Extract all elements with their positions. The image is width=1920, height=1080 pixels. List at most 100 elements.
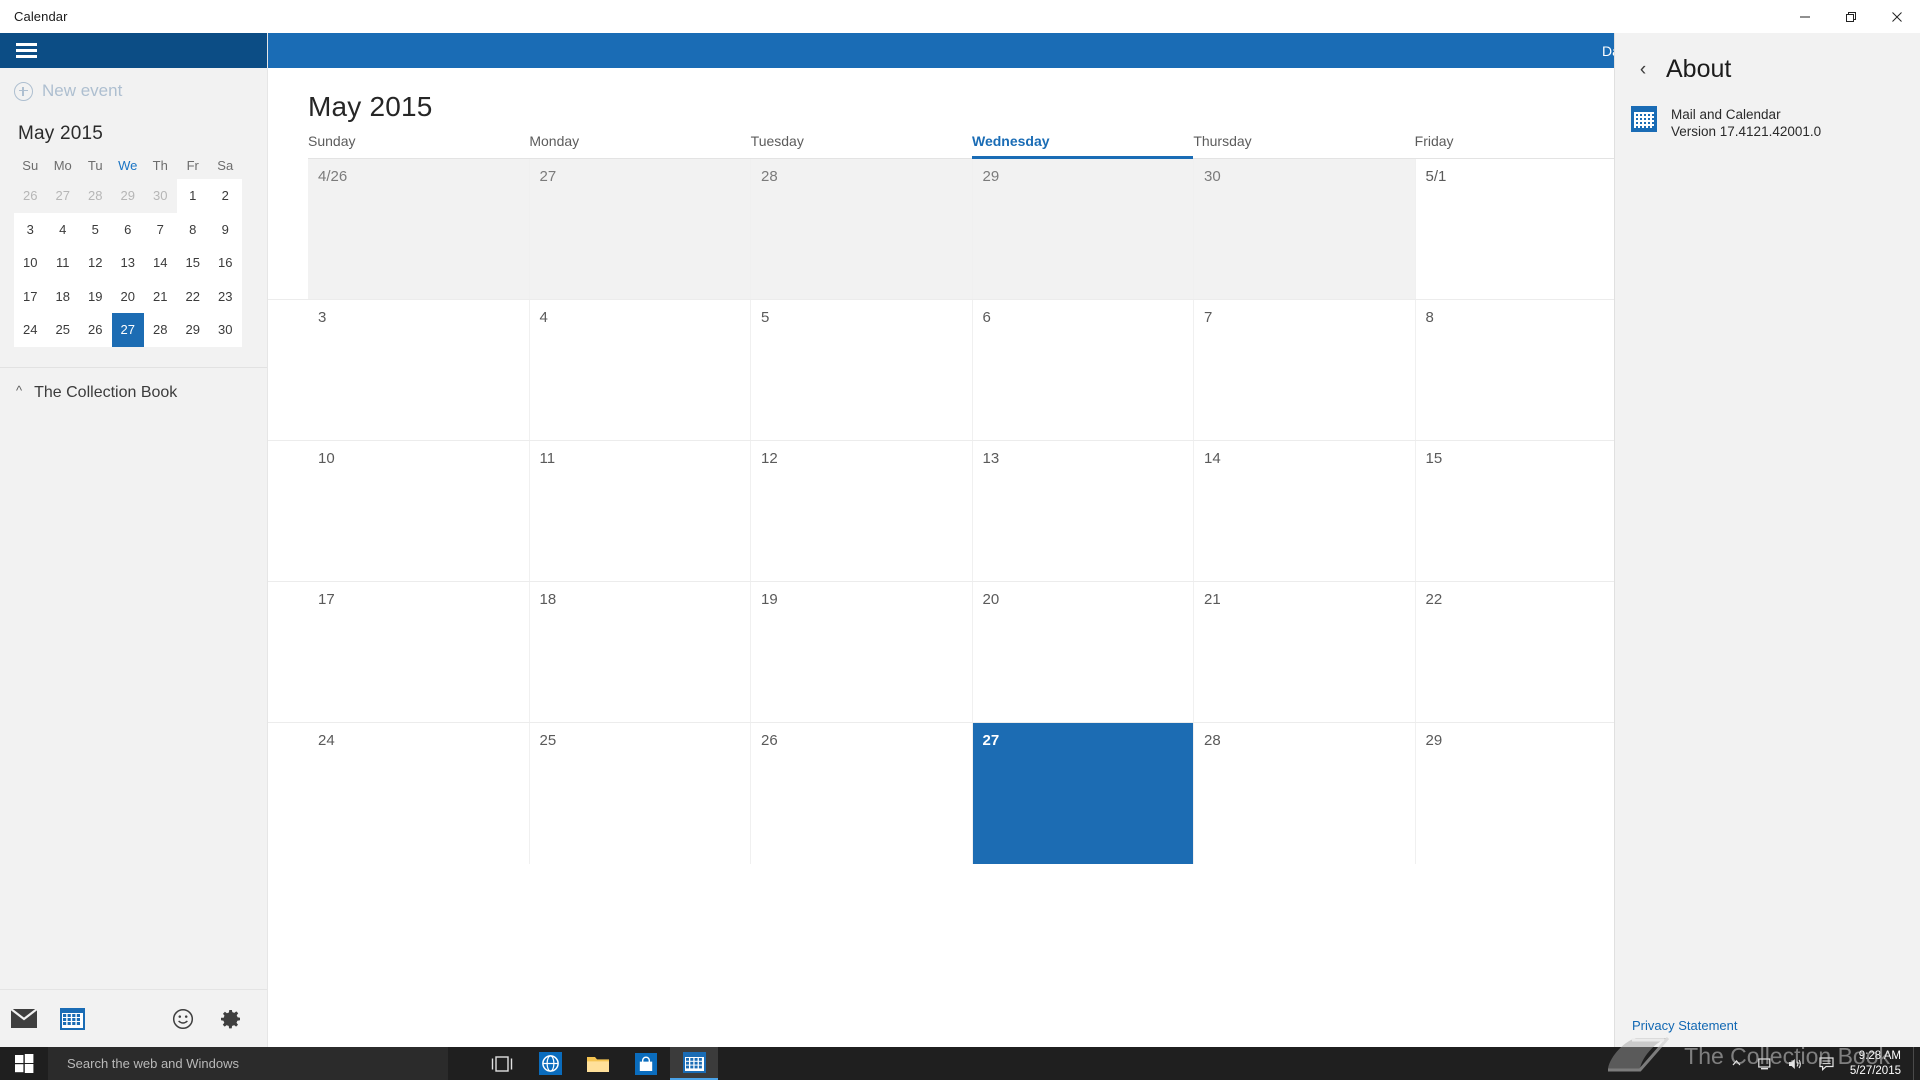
feedback-smiley-icon[interactable] <box>159 995 207 1043</box>
mini-calendar-day[interactable]: 26 <box>79 313 112 347</box>
show-hidden-icons-icon[interactable] <box>1722 1058 1752 1069</box>
windows-start-icon[interactable] <box>0 1047 48 1080</box>
mini-calendar-day[interactable]: 3 <box>14 212 47 246</box>
mini-calendar-day[interactable]: 24 <box>14 313 47 347</box>
file-explorer-icon[interactable] <box>574 1047 622 1080</box>
mini-calendar-day[interactable]: 21 <box>144 279 177 313</box>
calendar-day-cell[interactable]: 29 <box>972 159 1194 299</box>
hamburger-icon[interactable] <box>0 33 52 68</box>
calendar-day-cell[interactable]: 5 <box>751 300 973 440</box>
mini-calendar-day[interactable]: 11 <box>46 246 79 280</box>
mini-calendar-day[interactable]: 18 <box>46 279 79 313</box>
mini-calendar-day[interactable]: 15 <box>176 246 209 280</box>
action-center-icon[interactable] <box>1812 1056 1842 1071</box>
calendar-day-cell[interactable]: 29 <box>1416 723 1637 864</box>
calendar-day-cell[interactable]: 26 <box>751 723 973 864</box>
calendar-row-indent <box>268 441 308 581</box>
mini-calendar-day[interactable]: 14 <box>144 246 177 280</box>
mini-calendar-day[interactable]: 9 <box>209 212 242 246</box>
calendar-day-cell[interactable]: 24 <box>308 723 530 864</box>
mini-calendar-day[interactable]: 29 <box>176 313 209 347</box>
calendar-day-cell[interactable]: 11 <box>530 441 751 581</box>
network-icon[interactable] <box>1752 1057 1782 1071</box>
minimize-button[interactable] <box>1782 0 1828 33</box>
chevron-left-icon[interactable]: ‹ <box>1629 56 1657 84</box>
store-icon[interactable] <box>622 1047 670 1080</box>
mini-calendar-day[interactable]: 16 <box>209 246 242 280</box>
calendar-day-number: 14 <box>1204 450 1221 467</box>
mini-calendar-day[interactable]: 28 <box>79 179 112 213</box>
mini-calendar-day[interactable]: 22 <box>176 279 209 313</box>
search-input[interactable]: Search the web and Windows <box>48 1047 448 1080</box>
calendar-day-cell[interactable]: 8 <box>1416 300 1637 440</box>
calendar-day-cell[interactable]: 6 <box>973 300 1194 440</box>
mail-icon[interactable] <box>0 995 48 1043</box>
calendar-day-number: 24 <box>318 732 335 749</box>
calendar-day-cell[interactable]: 7 <box>1194 300 1416 440</box>
mini-calendar-day[interactable]: 30 <box>209 313 242 347</box>
mini-calendar-day[interactable]: 28 <box>144 313 177 347</box>
settings-gear-icon[interactable] <box>207 995 255 1043</box>
mini-calendar-day[interactable]: 10 <box>14 246 47 280</box>
mini-calendar-day[interactable]: 2 <box>209 179 242 213</box>
privacy-statement-link[interactable]: Privacy Statement <box>1632 1018 1738 1033</box>
volume-icon[interactable] <box>1782 1057 1812 1071</box>
new-event-button[interactable]: New event <box>0 68 267 114</box>
calendar-day-cell[interactable]: 3 <box>308 300 530 440</box>
calendar-day-cell[interactable]: 20 <box>973 582 1194 722</box>
mini-calendar-day[interactable]: 5 <box>79 212 112 246</box>
mini-calendar-day[interactable]: 23 <box>209 279 242 313</box>
mini-calendar-day[interactable]: 1 <box>176 179 209 213</box>
calendar-day-number: 4/26 <box>318 168 348 185</box>
mini-calendar-day[interactable]: 27 <box>47 179 80 213</box>
edge-browser-icon[interactable] <box>526 1047 574 1080</box>
about-pane: ‹ About Mail and Calendar Version 17.412… <box>1614 33 1920 1047</box>
calendar-day-cell[interactable]: 22 <box>1416 582 1637 722</box>
mini-calendar-day[interactable]: 25 <box>46 313 79 347</box>
mini-calendar-day[interactable]: 12 <box>79 246 112 280</box>
calendar-day-cell[interactable]: 12 <box>751 441 973 581</box>
calendar-day-cell[interactable]: 28 <box>751 159 973 299</box>
calendar-day-cell[interactable]: 10 <box>308 441 530 581</box>
mini-calendar-day[interactable]: 8 <box>176 212 209 246</box>
mini-calendar-day[interactable]: 30 <box>144 179 177 213</box>
mini-calendar-day[interactable]: 4 <box>46 212 79 246</box>
mini-calendar-day[interactable]: 27 <box>111 313 144 347</box>
calendar-day-cell[interactable]: 27 <box>529 159 751 299</box>
close-button[interactable] <box>1874 0 1920 33</box>
calendar-day-cell[interactable]: 15 <box>1416 441 1637 581</box>
mini-calendar-day[interactable]: 20 <box>111 279 144 313</box>
calendar-taskbar-icon[interactable] <box>670 1047 718 1080</box>
calendar-day-cell[interactable]: 18 <box>530 582 751 722</box>
calendar-day-cell[interactable]: 27 <box>972 723 1194 864</box>
calendar-day-cell[interactable]: 19 <box>751 582 973 722</box>
taskbar-clock[interactable]: 9:28 AM 5/27/2015 <box>1842 1049 1913 1078</box>
calendar-day-number: 12 <box>761 450 778 467</box>
mini-calendar-day[interactable]: 6 <box>111 212 144 246</box>
calendar-day-cell[interactable]: 4/26 <box>308 159 530 299</box>
mini-calendar: Su Mo Tu We Th Fr Sa 26 27 28 29 30 1 2 3 4 5 6 7 8 9 10 11 12… <box>0 151 267 347</box>
calendar-day-cell[interactable]: 21 <box>1194 582 1416 722</box>
maximize-button[interactable] <box>1828 0 1874 33</box>
calendar-day-cell[interactable]: 28 <box>1194 723 1416 864</box>
calendar-icon[interactable] <box>48 995 96 1043</box>
calendar-day-cell[interactable]: 5/1 <box>1416 159 1637 299</box>
calendar-day-cell[interactable]: 30 <box>1194 159 1416 299</box>
mini-calendar-day[interactable]: 29 <box>112 179 145 213</box>
calendar-day-cell[interactable]: 25 <box>530 723 751 864</box>
mini-calendar-day[interactable]: 17 <box>14 279 47 313</box>
mini-calendar-day[interactable]: 13 <box>111 246 144 280</box>
calendar-day-number: 7 <box>1204 309 1213 326</box>
mini-calendar-day[interactable]: 19 <box>79 279 112 313</box>
calendar-day-cell[interactable]: 14 <box>1194 441 1416 581</box>
calendar-day-cell[interactable]: 13 <box>973 441 1194 581</box>
mini-calendar-day[interactable]: 26 <box>14 179 47 213</box>
calendar-day-cell[interactable]: 17 <box>308 582 530 722</box>
calendar-day-number: 29 <box>1425 732 1443 749</box>
task-view-icon[interactable] <box>478 1047 526 1080</box>
show-desktop-button[interactable] <box>1913 1047 1920 1080</box>
collection-book-group[interactable]: ^ The Collection Book <box>0 366 267 402</box>
month-calendar: May 2015 Sunday Monday Tuesday Wednesday Thu… <box>268 68 1636 864</box>
calendar-day-cell[interactable]: 4 <box>530 300 751 440</box>
mini-calendar-day[interactable]: 7 <box>144 212 177 246</box>
